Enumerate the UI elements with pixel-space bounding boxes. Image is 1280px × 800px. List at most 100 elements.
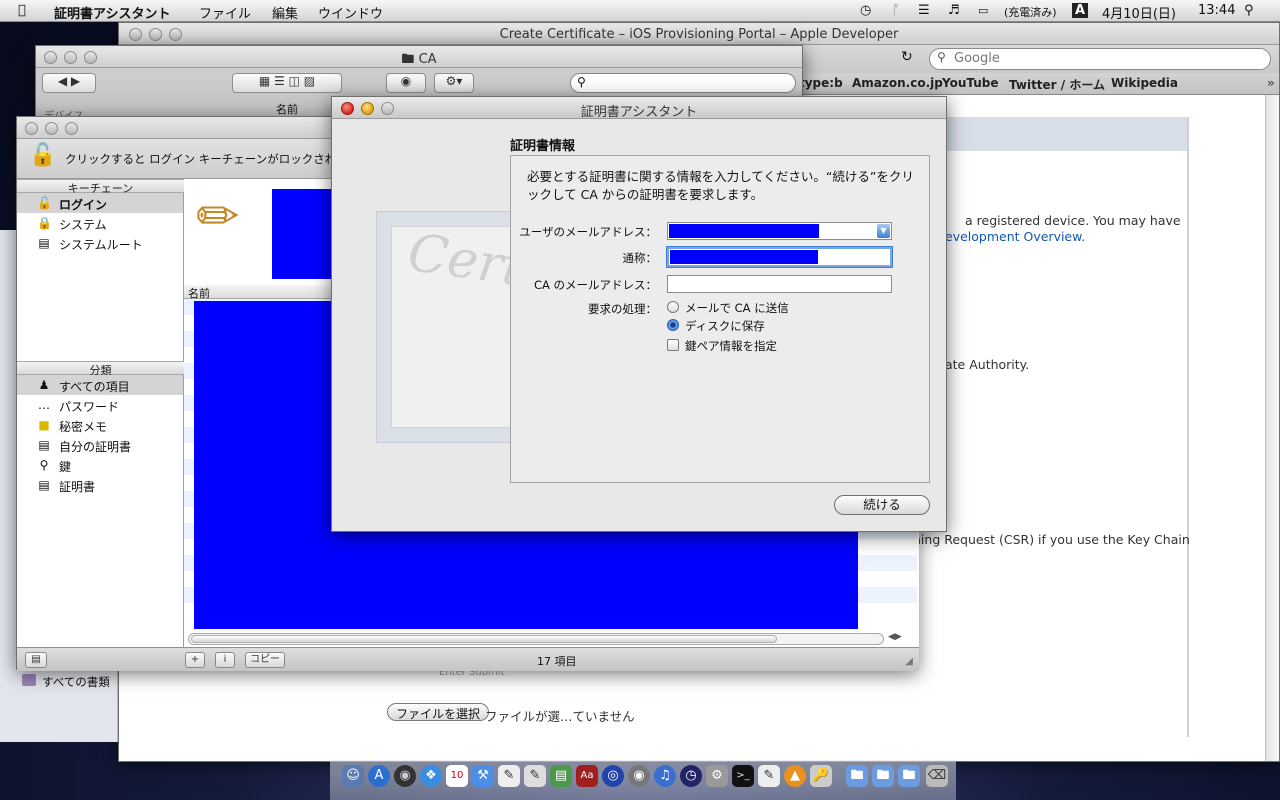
bluetooth-icon[interactable]: ᚩ	[892, 3, 900, 18]
horizontal-scrollbar[interactable]	[188, 633, 884, 645]
apple-menu-icon[interactable]: 	[18, 3, 26, 18]
time-machine-icon[interactable]: ◷	[860, 3, 871, 18]
finder-titlebar: 🖿 CA	[36, 46, 802, 68]
downloads-folder-icon[interactable]: 🖿	[898, 765, 920, 787]
bookmark-twitter[interactable]: Twitter / ホーム	[1009, 76, 1105, 93]
all-documents-item[interactable]: すべての書類	[42, 674, 110, 690]
resize-grip-icon[interactable]: ◢	[905, 656, 913, 667]
calendar-icon[interactable]: 10	[446, 765, 468, 787]
category-keys[interactable]: ⚲ 鍵	[17, 455, 183, 475]
system-preferences-icon[interactable]: ⚙	[706, 765, 728, 787]
category-certificates[interactable]: ▤ 証明書	[17, 475, 183, 495]
quicklook-eye-icon[interactable]: ◉	[386, 73, 426, 93]
view-mode-buttons[interactable]: ▦ ☰ ◫ ▨	[232, 73, 342, 93]
volume-icon[interactable]: ♬	[948, 3, 960, 18]
item-count: 17 項目	[537, 655, 577, 668]
input-method-icon[interactable]: A	[1072, 3, 1089, 18]
minimize-button[interactable]	[45, 122, 58, 135]
numbers-icon[interactable]: ▤	[550, 765, 572, 787]
spotlight-icon[interactable]: ⚲	[1244, 3, 1254, 18]
menu-file[interactable]: ファイル	[199, 3, 251, 22]
menu-bar:  証明書アシスタント ファイル 編集 ウインドウ ◷ ᚩ ☰ ♬ ▭ (充電済…	[0, 0, 1280, 22]
keychain-system-roots[interactable]: ▤ システムルート	[17, 233, 183, 253]
assistant-titlebar: 証明書アシスタント	[332, 97, 946, 120]
menubar-date[interactable]: 4月10日(日)	[1102, 3, 1176, 22]
action-gear-icon[interactable]: ⚙▾	[434, 73, 474, 93]
assistant-title: 証明書アシスタント	[580, 105, 698, 120]
option-email-ca-label[interactable]: メールで CA に送信	[685, 300, 789, 316]
scroll-arrows-icon[interactable]: ◀▶	[888, 632, 902, 642]
documents-folder-icon[interactable]: 🖿	[872, 765, 894, 787]
certificate-assistant-window: 証明書アシスタント Certificate 証明書情報 必要とする証明書に関する…	[331, 96, 947, 532]
wifi-icon[interactable]: ☰	[918, 3, 930, 18]
script-icon[interactable]: ✎	[758, 765, 780, 787]
request-label: 要求の処理：	[588, 302, 657, 316]
itunes-icon[interactable]: ♫	[654, 765, 676, 787]
keychain-dock-icon[interactable]: 🔑	[810, 765, 832, 787]
menu-window[interactable]: ウインドウ	[318, 3, 383, 22]
bookmark-amazon[interactable]: Amazon.co.jp	[852, 76, 943, 90]
development-overview-link[interactable]: evelopment Overview.	[945, 229, 1085, 244]
category-all-items[interactable]: ♟ すべての項目	[17, 375, 183, 395]
note-icon: ■	[38, 418, 50, 432]
keypair-checkbox[interactable]	[667, 339, 679, 351]
applications-folder-icon[interactable]: 🖿	[846, 765, 868, 787]
keychain-login[interactable]: 🔓 ログイン	[17, 193, 183, 213]
chevron-down-icon[interactable]: ▼	[877, 224, 890, 238]
category-passwords[interactable]: … パスワード	[17, 395, 183, 415]
choose-file-button[interactable]: ファイルを選択	[387, 703, 490, 721]
trash-icon[interactable]: ⌫	[926, 765, 948, 787]
menu-edit[interactable]: 編集	[272, 3, 298, 22]
bookmark-item[interactable]: type:b	[799, 76, 843, 90]
dock: ☺ A ◉ ❖ 10 ⚒ ✎ ✎ ▤ Aa ◎ ◉ ♫ ◷ ⚙ >_ ✎ ▲ 🔑…	[330, 760, 956, 800]
add-item-button[interactable]: +	[185, 652, 205, 668]
photo-booth-icon[interactable]: ◉	[628, 765, 650, 787]
bookmark-wikipedia[interactable]: Wikipedia	[1111, 76, 1178, 90]
app-menu[interactable]: 証明書アシスタント	[54, 3, 170, 22]
close-button[interactable]	[25, 122, 38, 135]
copy-button[interactable]: コピー	[245, 652, 285, 668]
time-machine-dock-icon[interactable]: ◷	[680, 765, 702, 787]
app-store-icon[interactable]: A	[368, 765, 390, 787]
google-search-field[interactable]: ⚲ Google	[929, 48, 1271, 70]
preview-icon[interactable]: ✎	[524, 765, 546, 787]
common-name-field[interactable]	[667, 247, 892, 267]
page-scrollbar[interactable]	[1265, 95, 1279, 761]
user-email-combo[interactable]: ▼	[667, 222, 892, 240]
xcode-icon[interactable]: ⚒	[472, 765, 494, 787]
radio-save-disk[interactable]	[667, 319, 679, 331]
category-my-certificates[interactable]: ▤ 自分の証明書	[17, 435, 183, 455]
page-text-csr: ning Request (CSR) if you use the Key Ch…	[913, 532, 1190, 547]
redacted-name	[670, 250, 818, 264]
reload-icon[interactable]: ↻	[901, 49, 913, 65]
keychain-app-icon: ✏	[196, 187, 240, 247]
browser-titlebar: Create Certificate – iOS Provisioning Po…	[119, 23, 1279, 45]
dictionary-icon[interactable]: Aa	[576, 765, 598, 787]
dashboard-icon[interactable]: ◉	[394, 765, 416, 787]
info-button[interactable]: i	[215, 652, 235, 668]
ca-email-field[interactable]	[667, 275, 892, 293]
padlock-icon[interactable]: 🔓	[29, 143, 56, 168]
menubar-time[interactable]: 13:44	[1198, 3, 1235, 18]
option-keypair-label[interactable]: 鍵ペア情報を指定	[685, 338, 777, 354]
back-forward-buttons[interactable]: ◀ ▶	[42, 73, 96, 93]
textedit-icon[interactable]: ✎	[498, 765, 520, 787]
battery-icon[interactable]: ▭	[978, 4, 988, 17]
zoom-button[interactable]	[65, 122, 78, 135]
category-secure-notes[interactable]: ■ 秘密メモ	[17, 415, 183, 435]
show-keychains-button[interactable]: ▤	[25, 652, 47, 668]
scrollbar-thumb[interactable]	[191, 635, 777, 643]
terminal-icon[interactable]: >_	[732, 765, 754, 787]
bookmark-youtube[interactable]: YouTube	[942, 76, 999, 90]
radio-email-ca[interactable]	[667, 301, 679, 313]
network-globe-icon[interactable]: ◎	[602, 765, 624, 787]
battery-status: (充電済み)	[1004, 6, 1057, 19]
option-save-disk-label[interactable]: ディスクに保存	[685, 318, 765, 334]
vlc-icon[interactable]: ▲	[784, 765, 806, 787]
safari-icon[interactable]: ❖	[420, 765, 442, 787]
bookmarks-overflow-icon[interactable]: »	[1267, 76, 1275, 90]
continue-button[interactable]: 続ける	[834, 495, 930, 515]
finder-icon[interactable]: ☺	[342, 765, 364, 787]
finder-search-field[interactable]: ⚲	[570, 73, 796, 93]
keychain-system[interactable]: 🔒 システム	[17, 213, 183, 233]
